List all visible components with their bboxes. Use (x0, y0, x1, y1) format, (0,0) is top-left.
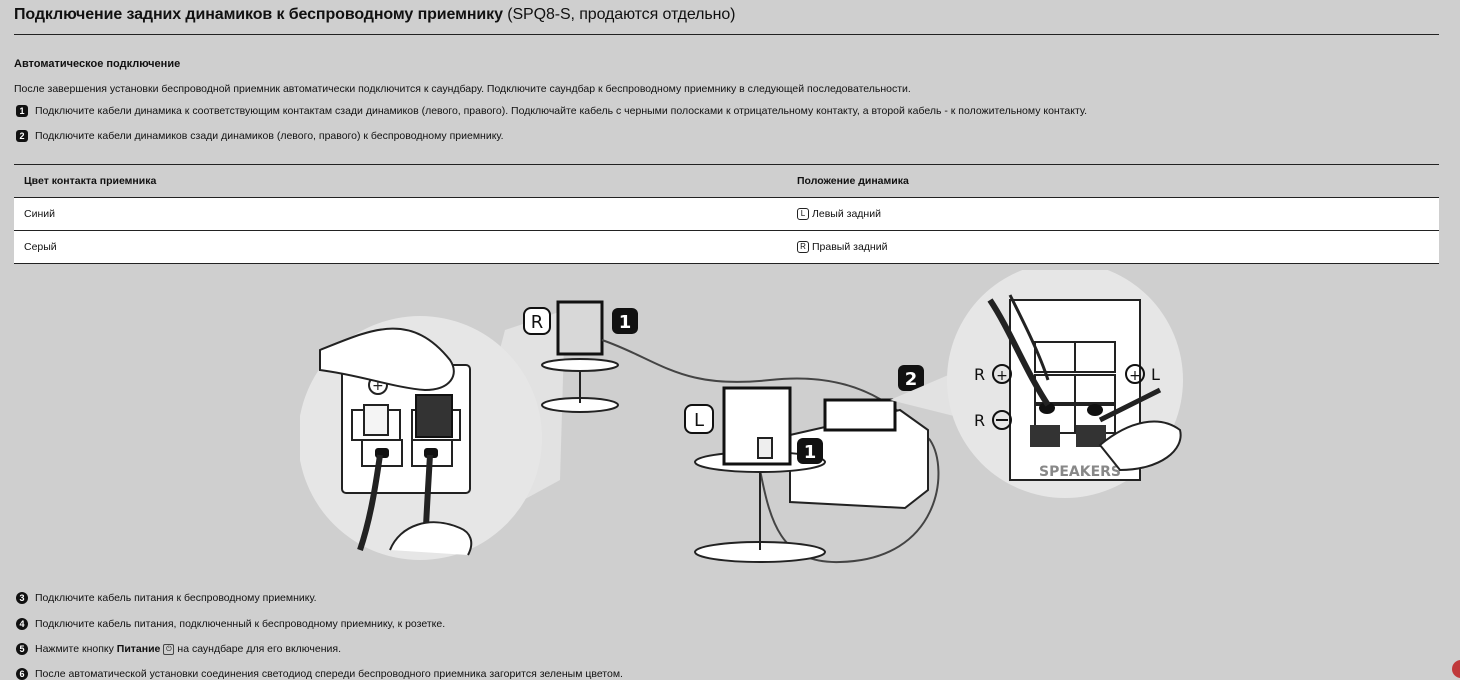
speaker-l-label: L (694, 410, 704, 431)
step-number-badge: 4 (16, 618, 28, 630)
terminal-l-plus-label: L (1151, 365, 1160, 384)
column-header-position: Положение динамика (797, 175, 909, 187)
page-title-main: Подключение задних динамиков к беспровод… (14, 6, 503, 23)
title-divider (14, 34, 1439, 35)
terminal-closeup-right: SPEAKERS R + R + L (890, 270, 1183, 498)
cell-color: Серый (24, 241, 57, 253)
page-title-paren: (SPQ8-S, продаются отдельно) (507, 6, 736, 23)
column-header-color: Цвет контакта приемника (24, 175, 157, 187)
callout-1-bottom: 1 (804, 442, 817, 463)
power-button-label: Питание (116, 643, 161, 655)
cell-position: L Левый задний (786, 208, 1439, 220)
speaker-r-label: R (531, 312, 544, 333)
cell-position-text: Левый задний (812, 208, 881, 220)
speakers-label: SPEAKERS (1039, 464, 1121, 480)
step-text: Подключите кабель питания, подключенный … (35, 618, 446, 630)
step-text: Подключите кабель питания к беспроводном… (35, 592, 317, 604)
step-text: Подключите кабели динамиков сзади динами… (35, 130, 504, 142)
connection-table: Цвет контакта приемника Положение динами… (14, 164, 1439, 264)
step-number-badge: 5 (16, 643, 28, 655)
terminal-r-plus-label: R (974, 365, 985, 384)
wiring-illustration: + R 1 2 L 1 SPEAKERS R + R + L (300, 270, 1183, 564)
step-number-badge: 3 (16, 592, 28, 604)
intro-paragraph: После завершения установки беспроводной … (14, 83, 911, 95)
right-speaker-icon: R (797, 241, 809, 253)
page-title: Подключение задних динамиков к беспровод… (14, 6, 735, 24)
step-number-badge: 2 (16, 130, 28, 142)
step-text: Подключите кабели динамика к соответству… (35, 105, 1087, 117)
callout-2: 2 (905, 369, 918, 390)
step-number-badge: 1 (16, 105, 28, 117)
step-1: 1 Подключите кабели динамика к соответст… (16, 105, 1087, 117)
cell-color: Синий (24, 208, 55, 220)
callout-1-top: 1 (619, 312, 632, 333)
step-3: 3 Подключите кабель питания к беспроводн… (16, 592, 317, 604)
step-6: 6 После автоматической установки соедине… (16, 668, 623, 680)
left-speaker-and-receiver: 2 L 1 (684, 365, 929, 563)
section-subheading: Автоматическое подключение (14, 58, 181, 70)
cell-position-text: Правый задний (812, 241, 888, 253)
left-speaker-icon: L (797, 208, 809, 220)
svg-text:+: + (996, 368, 1008, 384)
terminal-closeup-left: + (300, 310, 565, 560)
cell-position: R Правый задний (786, 241, 1439, 253)
step-number-badge: 6 (16, 668, 28, 680)
power-icon: ⏻ (163, 643, 175, 655)
table-row: Серый R Правый задний (14, 231, 1439, 263)
svg-text:+: + (1129, 368, 1141, 384)
table-header-row: Цвет контакта приемника Положение динами… (14, 165, 1439, 198)
step-2: 2 Подключите кабели динамиков сзади дина… (16, 130, 504, 142)
floating-action-button[interactable] (1452, 660, 1460, 678)
table-row: Синий L Левый задний (14, 198, 1439, 231)
step-text-before: Нажмите кнопку (35, 643, 114, 655)
step-text: После автоматической установки соединени… (35, 668, 623, 680)
step-4: 4 Подключите кабель питания, подключенны… (16, 618, 445, 630)
step-text-after: на саундбаре для его включения. (177, 643, 342, 655)
step-5: 5 Нажмите кнопку Питание ⏻ на саундбаре … (16, 643, 341, 655)
terminal-r-minus-label: R (974, 411, 985, 430)
